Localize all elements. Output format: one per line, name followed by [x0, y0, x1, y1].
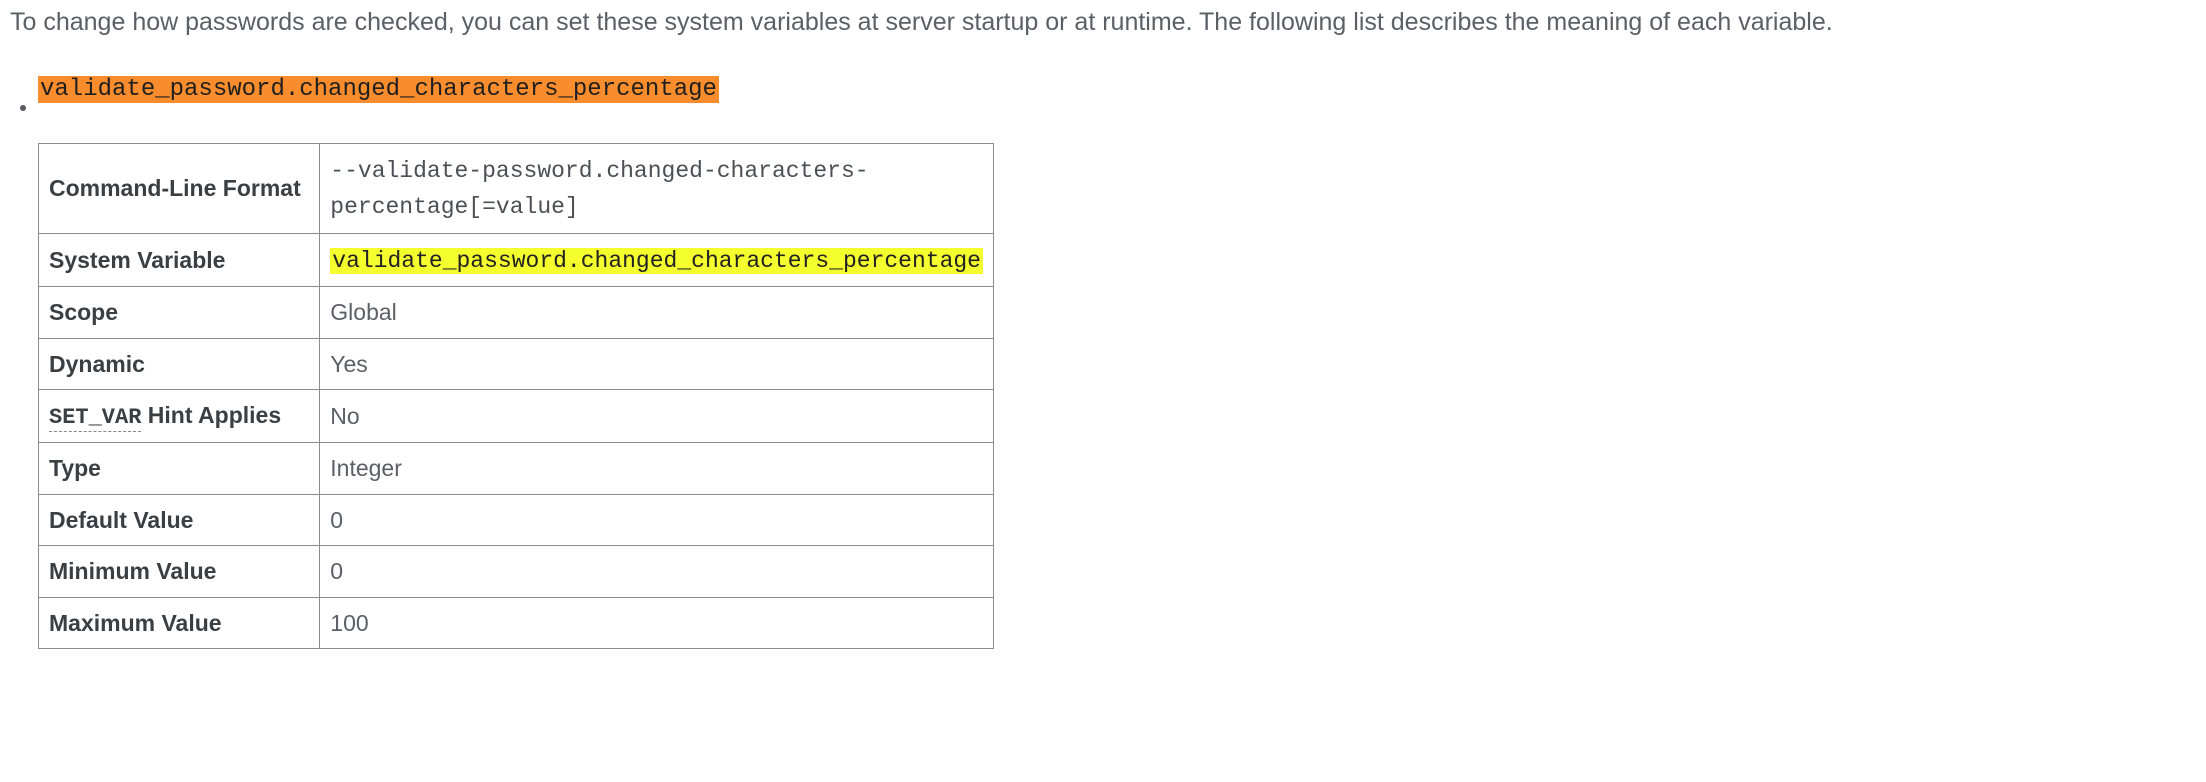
prop-value: No: [320, 390, 994, 443]
table-row: Command-Line Format --validate-password.…: [39, 143, 994, 233]
prop-value: 100: [320, 597, 994, 649]
prop-label: SET_VAR Hint Applies: [39, 390, 320, 443]
prop-value: Integer: [320, 443, 994, 495]
prop-label: Maximum Value: [39, 597, 320, 649]
prop-value: 0: [320, 546, 994, 598]
table-row: System Variable validate_password.change…: [39, 233, 994, 287]
intro-paragraph: To change how passwords are checked, you…: [10, 4, 2196, 42]
prop-label: Default Value: [39, 494, 320, 546]
table-row: Minimum Value 0: [39, 546, 994, 598]
prop-label: Dynamic: [39, 338, 320, 390]
doc-page: To change how passwords are checked, you…: [0, 0, 2206, 659]
prop-label: Scope: [39, 287, 320, 339]
table-row: Scope Global: [39, 287, 994, 339]
prop-label: Minimum Value: [39, 546, 320, 598]
prop-value: validate_password.changed_characters_per…: [320, 233, 994, 287]
table-row: Default Value 0: [39, 494, 994, 546]
table-row: Dynamic Yes: [39, 338, 994, 390]
system-variable-link[interactable]: validate_password.changed_characters_per…: [330, 248, 983, 274]
variable-properties-table: Command-Line Format --validate-password.…: [38, 143, 994, 650]
table-row: Type Integer: [39, 443, 994, 495]
prop-value: 0: [320, 494, 994, 546]
prop-label: System Variable: [39, 233, 320, 287]
prop-value: Yes: [320, 338, 994, 390]
variable-list-item: validate_password.changed_characters_per…: [38, 76, 2196, 650]
table-row: Maximum Value 100: [39, 597, 994, 649]
set-var-link[interactable]: SET_VAR: [49, 405, 141, 432]
variable-list: validate_password.changed_characters_per…: [38, 76, 2196, 650]
table-row: SET_VAR Hint Applies No: [39, 390, 994, 443]
prop-label: Type: [39, 443, 320, 495]
prop-value: Global: [320, 287, 994, 339]
variable-name-link[interactable]: validate_password.changed_characters_per…: [38, 76, 719, 103]
prop-label: Command-Line Format: [39, 143, 320, 233]
set-var-suffix: Hint Applies: [141, 402, 281, 428]
prop-value: --validate-password.changed-characters-p…: [320, 143, 994, 233]
command-line-format-code: --validate-password.changed-characters-p…: [330, 158, 868, 221]
